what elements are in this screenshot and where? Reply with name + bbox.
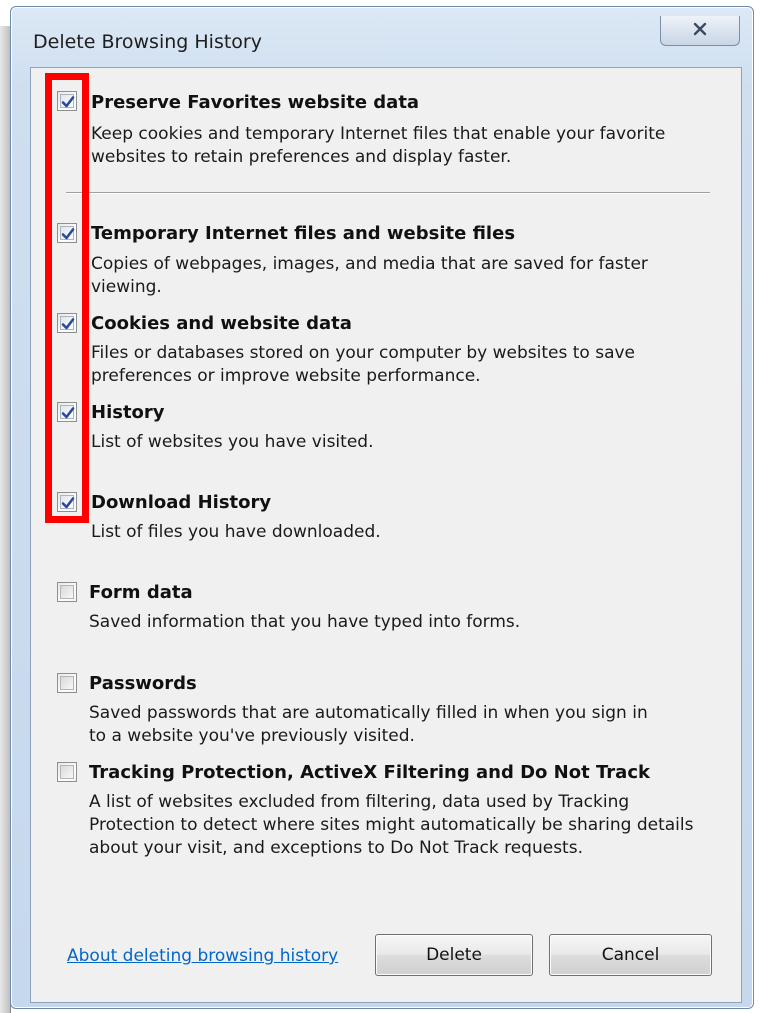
checkmark-icon	[59, 584, 77, 602]
option-title-cookies: Cookies and website data	[91, 313, 352, 334]
option-desc-temporary-internet-files: Copies of webpages, images, and media th…	[91, 254, 648, 297]
highlight-box	[45, 73, 89, 523]
option-desc-form-data: Saved information that you have typed in…	[89, 612, 521, 632]
dialog-title: Delete Browsing History	[33, 31, 262, 53]
checkbox-passwords[interactable]	[57, 673, 77, 693]
checkbox-form-data[interactable]	[57, 582, 77, 602]
option-title-form-data: Form data	[89, 582, 193, 603]
option-desc-tracking-protection: A list of websites excluded from filteri…	[89, 792, 694, 858]
option-title-history: History	[91, 402, 165, 423]
checkmark-icon	[59, 675, 77, 693]
option-title-temporary-internet-files: Temporary Internet files and website fil…	[91, 223, 516, 244]
option-desc-history: List of websites you have visited.	[91, 432, 374, 452]
option-title-tracking-protection: Tracking Protection, ActiveX Filtering a…	[89, 762, 650, 783]
option-title-download-history: Download History	[91, 492, 272, 513]
cancel-button[interactable]: Cancel	[549, 934, 712, 976]
checkmark-icon	[59, 764, 77, 782]
close-button[interactable]	[660, 16, 740, 46]
option-desc-cookies: Files or databases stored on your comput…	[91, 343, 636, 386]
divider	[66, 192, 710, 194]
option-desc-passwords: Saved passwords that are automatically f…	[89, 703, 648, 746]
close-icon	[692, 21, 708, 40]
checkbox-tracking-protection[interactable]	[57, 762, 77, 782]
delete-button[interactable]: Delete	[375, 934, 533, 976]
about-deleting-history-link[interactable]: About deleting browsing history	[67, 946, 338, 966]
option-desc-download-history: List of files you have downloaded.	[91, 522, 381, 542]
option-title-passwords: Passwords	[89, 673, 197, 694]
option-desc-preserve-favorites: Keep cookies and temporary Internet file…	[91, 124, 666, 167]
option-title-preserve-favorites: Preserve Favorites website data	[91, 92, 420, 113]
